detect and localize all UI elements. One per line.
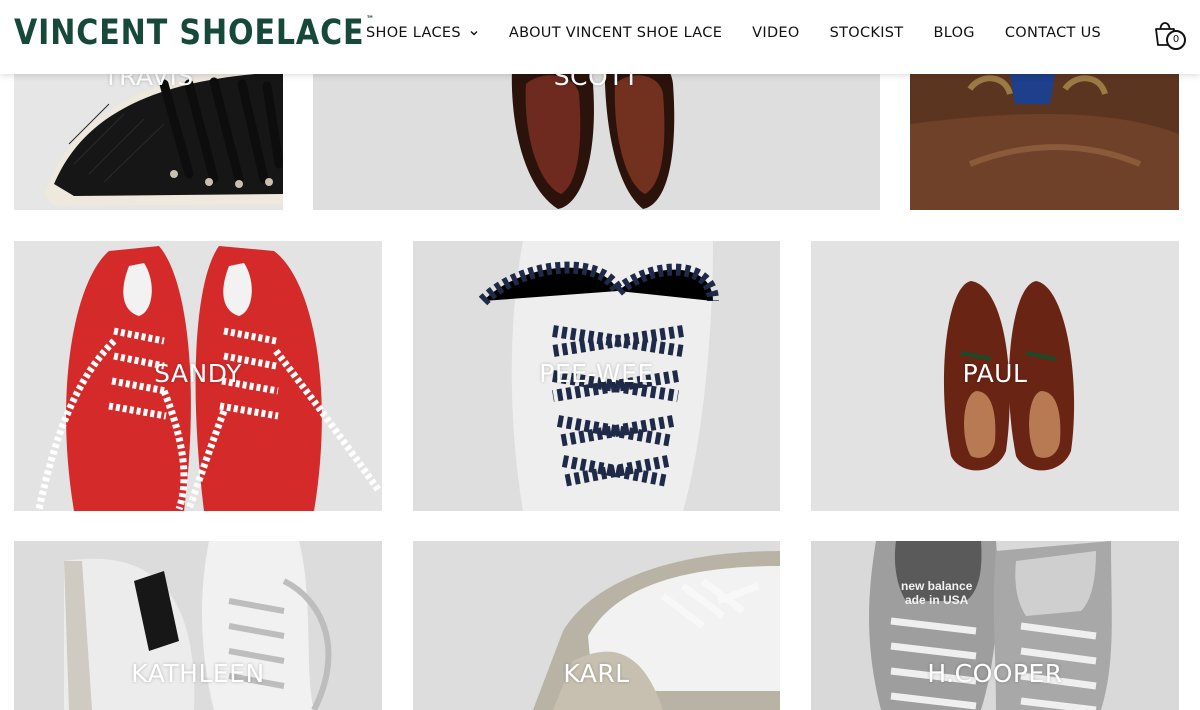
nav-about[interactable]: ABOUT VINCENT SHOE LACE <box>509 25 722 41</box>
product-name: SANDY <box>154 359 242 388</box>
product-name: KARL <box>563 659 630 688</box>
product-name: H.COOPER <box>927 659 1063 688</box>
nav-label: SHOE LACES <box>366 25 461 41</box>
nav-label: ABOUT VINCENT SHOE LACE <box>508 25 723 41</box>
shoe-tongue-text-1: new balance <box>901 579 973 593</box>
product-tile-sandy[interactable]: SANDY <box>14 241 382 511</box>
product-tile-pee-wee[interactable]: PEE-WEE <box>413 241 780 511</box>
nav-contact[interactable]: CONTACT US <box>1005 25 1101 41</box>
product-name: PEE-WEE <box>539 359 654 388</box>
nav-label: STOCKIST <box>829 25 904 41</box>
nav-blog[interactable]: BLOG <box>933 25 974 41</box>
product-tile-h-cooper[interactable]: new balance ade in USA H.COOPER <box>811 541 1179 710</box>
main-nav: SHOE LACES ABOUT VINCENT SHOE LACE VIDEO… <box>366 22 1101 44</box>
nav-stockist[interactable]: STOCKIST <box>830 25 904 41</box>
nav-video[interactable]: VIDEO <box>752 25 799 41</box>
brand-logo[interactable]: VINCENT SHOELACE ™ <box>14 12 374 54</box>
site-header: VINCENT SHOELACE ™ SHOE LACES ABOUT VINCE… <box>0 0 1200 74</box>
cart-count-badge: 0 <box>1166 30 1186 50</box>
product-tile-karl[interactable]: KARL <box>413 541 780 710</box>
product-name: PAUL <box>962 359 1028 388</box>
product-name: KATHLEEN <box>131 659 265 688</box>
logo-text: VINCENT SHOELACE <box>14 13 365 53</box>
chevron-down-icon <box>470 31 478 36</box>
nav-label: VIDEO <box>752 25 800 41</box>
cart-button[interactable]: 0 <box>1152 17 1188 51</box>
product-tile-paul[interactable]: PAUL <box>811 241 1179 511</box>
product-tile-kathleen[interactable]: KATHLEEN <box>14 541 382 710</box>
nav-label: CONTACT US <box>1004 25 1102 41</box>
nav-shoe-laces[interactable]: SHOE LACES <box>366 25 479 41</box>
nav-label: BLOG <box>933 25 975 41</box>
shoe-tongue-text-2: ade in USA <box>905 593 969 607</box>
